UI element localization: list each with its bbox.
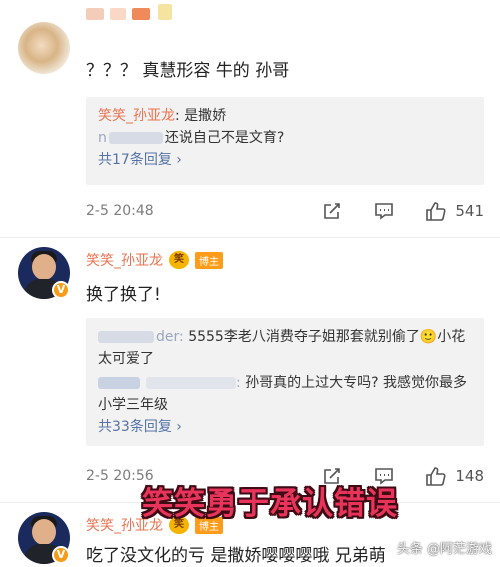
share-icon[interactable] — [319, 198, 345, 224]
like-icon[interactable] — [423, 198, 449, 224]
reply-username[interactable]: der: — [156, 329, 188, 345]
username[interactable]: 笑笑_孙亚龙 — [86, 250, 163, 270]
username-blurred — [132, 8, 150, 20]
comment-text: 吃了没文化的亏 是撒娇嘤嘤嘤哦 兄弟萌 — [86, 546, 386, 566]
username-blurred — [110, 8, 126, 20]
watermark: 头条 @阿茫游戏 — [396, 542, 492, 557]
reply-text: 还说自己不是文育? — [164, 130, 285, 146]
like-icon[interactable] — [423, 463, 449, 489]
like-count: 148 — [455, 467, 484, 485]
reply-username-blurred — [146, 377, 236, 389]
fan-badge-icon: 笑 — [169, 251, 189, 269]
comment-text: 换了换了! — [86, 285, 161, 305]
reply-username-blurred — [108, 132, 163, 144]
reply-username-blurred — [98, 377, 140, 389]
overlay-caption: 笑笑勇于承认错误 — [142, 486, 398, 522]
chevron-right-icon: › — [176, 419, 182, 435]
reply-text: 是撒娇 — [184, 108, 227, 124]
blogger-badge: 博主 — [195, 251, 223, 269]
reply-count[interactable]: 共17条回复 — [98, 152, 172, 168]
reply-box[interactable]: 笑笑_孙亚龙: 是撒娇 n 还说自己不是文育? 共17条回复 › — [86, 97, 484, 185]
reply-item: 笑笑_孙亚龙: 是撒娇 — [98, 105, 472, 127]
comment-icon[interactable] — [371, 198, 397, 224]
verified-icon: V — [52, 546, 70, 564]
username-blurred — [158, 4, 172, 20]
reply-username[interactable]: n — [98, 130, 107, 146]
username-blurred — [86, 8, 104, 20]
comment-meta: 2-5 20:48 541 — [86, 198, 484, 224]
reply-item: der: 5555李老八消费夺子姐那套就别偷了🙂小花太可爱了 — [98, 326, 472, 370]
view-replies-link[interactable]: 共33条回复 › — [98, 416, 472, 438]
reply-separator: : — [175, 108, 185, 124]
comment-text: ？？？ 真慧形容 牛的 孙哥 — [86, 61, 290, 81]
verified-icon: V — [52, 281, 70, 299]
chevron-right-icon: › — [176, 152, 182, 168]
reply-item: n 还说自己不是文育? — [98, 127, 472, 149]
reply-box[interactable]: der: 5555李老八消费夺子姐那套就别偷了🙂小花太可爱了 : 孙哥真的上过大… — [86, 318, 484, 446]
author-row: 笑笑_孙亚龙 笑 博主 — [86, 250, 223, 270]
divider — [0, 237, 500, 238]
reply-username[interactable]: : — [236, 375, 245, 391]
reply-item: : 孙哥真的上过大专吗? 我感觉你最多小学三年级 — [98, 372, 472, 416]
avatar[interactable] — [18, 22, 70, 74]
like-count: 541 — [455, 202, 484, 220]
reply-username[interactable]: 笑笑_孙亚龙 — [98, 108, 175, 124]
reply-count[interactable]: 共33条回复 — [98, 419, 172, 435]
reply-username-blurred — [98, 331, 154, 343]
view-replies-link[interactable]: 共17条回复 › — [98, 149, 472, 171]
timestamp: 2-5 20:48 — [86, 203, 154, 219]
